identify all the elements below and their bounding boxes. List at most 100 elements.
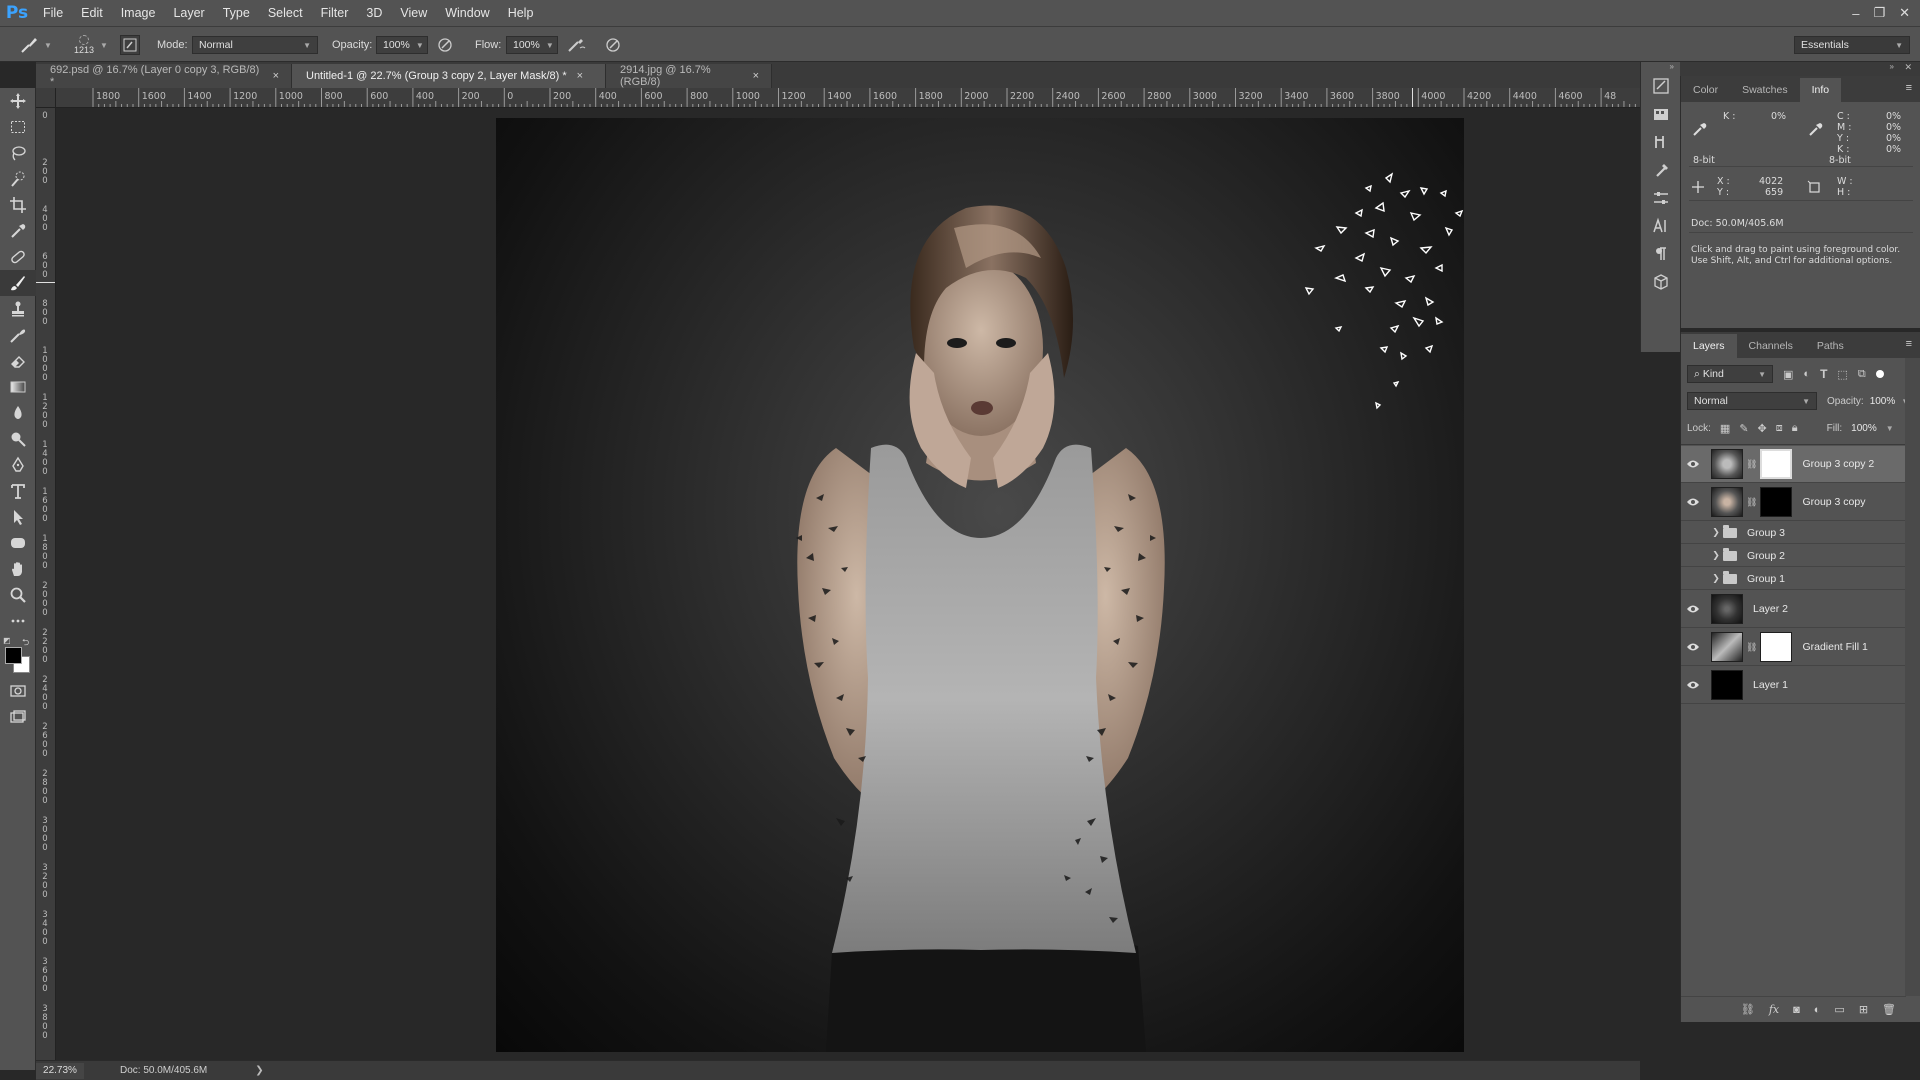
lock-transparency-icon[interactable]: ▦ bbox=[1720, 422, 1730, 435]
fx-icon[interactable]: fx bbox=[1769, 1003, 1779, 1016]
minimize-button[interactable]: – bbox=[1852, 6, 1859, 21]
adjustment-layer-icon[interactable]: ◐ bbox=[1814, 1004, 1821, 1016]
document-size[interactable]: Doc: 50.0M/405.6M bbox=[120, 1065, 207, 1076]
close-tab-icon[interactable]: × bbox=[753, 70, 759, 82]
gradient-tool[interactable] bbox=[0, 374, 36, 400]
visibility-eye-icon[interactable] bbox=[1681, 604, 1705, 614]
visibility-eye-icon[interactable] bbox=[1681, 642, 1705, 652]
link-layers-icon[interactable]: ⛓︎ bbox=[1741, 1003, 1755, 1016]
layer-row-group-3-copy-2[interactable]: ⛓︎ Group 3 copy 2 bbox=[1681, 446, 1906, 483]
close-window-button[interactable]: ✕ bbox=[1899, 5, 1910, 21]
workspace-switcher[interactable]: Essentials ▼ bbox=[1794, 27, 1910, 63]
filter-adjustment-icon[interactable]: ◐ bbox=[1803, 368, 1810, 380]
tab-color[interactable]: Color bbox=[1681, 78, 1730, 102]
layer-row-gradient-fill-1[interactable]: ⛓︎ Gradient Fill 1 bbox=[1681, 629, 1906, 666]
menu-window[interactable]: Window bbox=[436, 0, 498, 26]
brush-settings-button[interactable] bbox=[1641, 156, 1681, 184]
brush-size-dropdown[interactable]: ▼ bbox=[100, 27, 108, 63]
zoom-tool[interactable] bbox=[0, 582, 36, 608]
filter-toggle-icon[interactable] bbox=[1875, 370, 1884, 378]
paragraph-panel-button[interactable] bbox=[1641, 240, 1681, 268]
layer-row-group-3[interactable]: ❯ Group 3 bbox=[1681, 522, 1906, 544]
default-colors-icon[interactable]: ◩ bbox=[3, 636, 11, 645]
layer-row-layer-1[interactable]: Layer 1 bbox=[1681, 667, 1906, 704]
quick-selection-tool[interactable] bbox=[0, 166, 36, 192]
screen-mode-button[interactable] bbox=[0, 704, 36, 730]
zoom-level-field[interactable]: 22.73% bbox=[36, 1062, 84, 1079]
layer-mask-thumbnail[interactable] bbox=[1760, 487, 1793, 517]
flow-field[interactable]: 100% ▼ bbox=[506, 27, 558, 63]
history-panel-button[interactable] bbox=[1641, 72, 1681, 100]
visibility-eye-icon[interactable] bbox=[1681, 497, 1705, 507]
vertical-ruler[interactable]: 0 200 400 600 800 1000 1200 1400 1600 1800 2000 220… bbox=[36, 108, 56, 1060]
3d-panel-button[interactable] bbox=[1641, 268, 1681, 296]
pen-tool[interactable] bbox=[0, 452, 36, 478]
brush-panel-toggle[interactable] bbox=[120, 27, 140, 63]
path-selection-tool[interactable] bbox=[0, 504, 36, 530]
document-tab-untitled-1[interactable]: Untitled-1 @ 22.7% (Group 3 copy 2, Laye… bbox=[292, 64, 606, 88]
dodge-tool[interactable] bbox=[0, 426, 36, 452]
blur-tool[interactable] bbox=[0, 400, 36, 426]
ruler-origin[interactable] bbox=[36, 88, 56, 108]
filter-type-icon[interactable]: T bbox=[1820, 367, 1827, 381]
healing-brush-tool[interactable] bbox=[0, 244, 36, 270]
visibility-eye-icon[interactable] bbox=[1681, 680, 1705, 690]
layer-row-group-2[interactable]: ❯ Group 2 bbox=[1681, 545, 1906, 567]
menu-select[interactable]: Select bbox=[259, 0, 312, 26]
pressure-opacity-button[interactable] bbox=[436, 27, 454, 63]
chevron-right-icon[interactable]: ❯ bbox=[1709, 573, 1723, 584]
add-mask-icon[interactable]: ◙ bbox=[1793, 1004, 1800, 1016]
layer-thumbnail[interactable] bbox=[1711, 487, 1743, 517]
link-chain-icon[interactable]: ⛓︎ bbox=[1746, 497, 1757, 508]
menu-edit[interactable]: Edit bbox=[72, 0, 112, 26]
menu-type[interactable]: Type bbox=[214, 0, 259, 26]
chevron-right-icon[interactable]: ❯ bbox=[1709, 550, 1723, 561]
filter-shape-icon[interactable]: ⬚ bbox=[1837, 368, 1847, 381]
layer-mask-thumbnail[interactable] bbox=[1760, 632, 1793, 662]
lasso-tool[interactable] bbox=[0, 140, 36, 166]
brush-size-picker[interactable]: 1213 bbox=[74, 27, 94, 63]
panel-menu-icon[interactable]: ≡ bbox=[1906, 82, 1912, 94]
history-brush-tool[interactable] bbox=[0, 322, 36, 348]
blend-mode-select[interactable]: Normal ▼ bbox=[1687, 392, 1817, 410]
tab-swatches[interactable]: Swatches bbox=[1730, 78, 1800, 102]
close-tab-icon[interactable]: × bbox=[273, 70, 279, 82]
close-tab-icon[interactable]: × bbox=[577, 70, 583, 82]
close-panels-icon[interactable]: ✕ bbox=[1904, 62, 1912, 73]
menu-filter[interactable]: Filter bbox=[312, 0, 358, 26]
menu-3d[interactable]: 3D bbox=[357, 0, 391, 26]
filter-smart-object-icon[interactable]: ⧉ bbox=[1858, 368, 1866, 381]
pressure-size-button[interactable] bbox=[604, 27, 622, 63]
clone-stamp-tool[interactable] bbox=[0, 296, 36, 322]
document-tab-2914[interactable]: 2914.jpg @ 16.7% (RGB/8) × bbox=[606, 64, 772, 88]
layer-thumbnail[interactable] bbox=[1711, 670, 1743, 700]
character-panel-button[interactable] bbox=[1641, 212, 1681, 240]
layer-thumbnail[interactable] bbox=[1711, 449, 1743, 479]
eraser-tool[interactable] bbox=[0, 348, 36, 374]
mode-select[interactable]: Normal ▼ bbox=[192, 27, 318, 63]
status-menu-arrow-icon[interactable]: ❯ bbox=[255, 1065, 263, 1076]
collapse-dock-icon[interactable]: » bbox=[1641, 62, 1680, 72]
new-group-icon[interactable]: ▭ bbox=[1834, 1003, 1844, 1016]
foreground-color-swatch[interactable] bbox=[5, 647, 22, 664]
menu-view[interactable]: View bbox=[391, 0, 436, 26]
move-tool[interactable] bbox=[0, 88, 36, 114]
tab-channels[interactable]: Channels bbox=[1737, 334, 1805, 358]
crop-tool[interactable] bbox=[0, 192, 36, 218]
menu-layer[interactable]: Layer bbox=[164, 0, 213, 26]
document-canvas[interactable] bbox=[496, 118, 1464, 1052]
tab-paths[interactable]: Paths bbox=[1805, 334, 1856, 358]
type-tool[interactable] bbox=[0, 478, 36, 504]
filter-pixel-icon[interactable]: ▣ bbox=[1783, 368, 1793, 381]
canvas-area[interactable] bbox=[56, 108, 1640, 1060]
chevron-down-icon[interactable]: ▼ bbox=[1886, 424, 1894, 433]
lock-position-icon[interactable]: ✥ bbox=[1758, 422, 1767, 435]
layer-thumbnail[interactable] bbox=[1711, 594, 1743, 624]
horizontal-ruler[interactable]: 1800 1600 1400 1200 1000 800 600 400 200 0 200 400 6… bbox=[56, 88, 1640, 108]
marquee-tool[interactable] bbox=[0, 114, 36, 140]
link-chain-icon[interactable]: ⛓︎ bbox=[1746, 459, 1757, 470]
tool-preset-picker[interactable]: ▼ bbox=[18, 27, 52, 63]
shape-tool[interactable] bbox=[0, 530, 36, 556]
layer-row-group-1[interactable]: ❯ Group 1 bbox=[1681, 568, 1906, 590]
layer-opacity-value[interactable]: 100% bbox=[1870, 396, 1896, 407]
